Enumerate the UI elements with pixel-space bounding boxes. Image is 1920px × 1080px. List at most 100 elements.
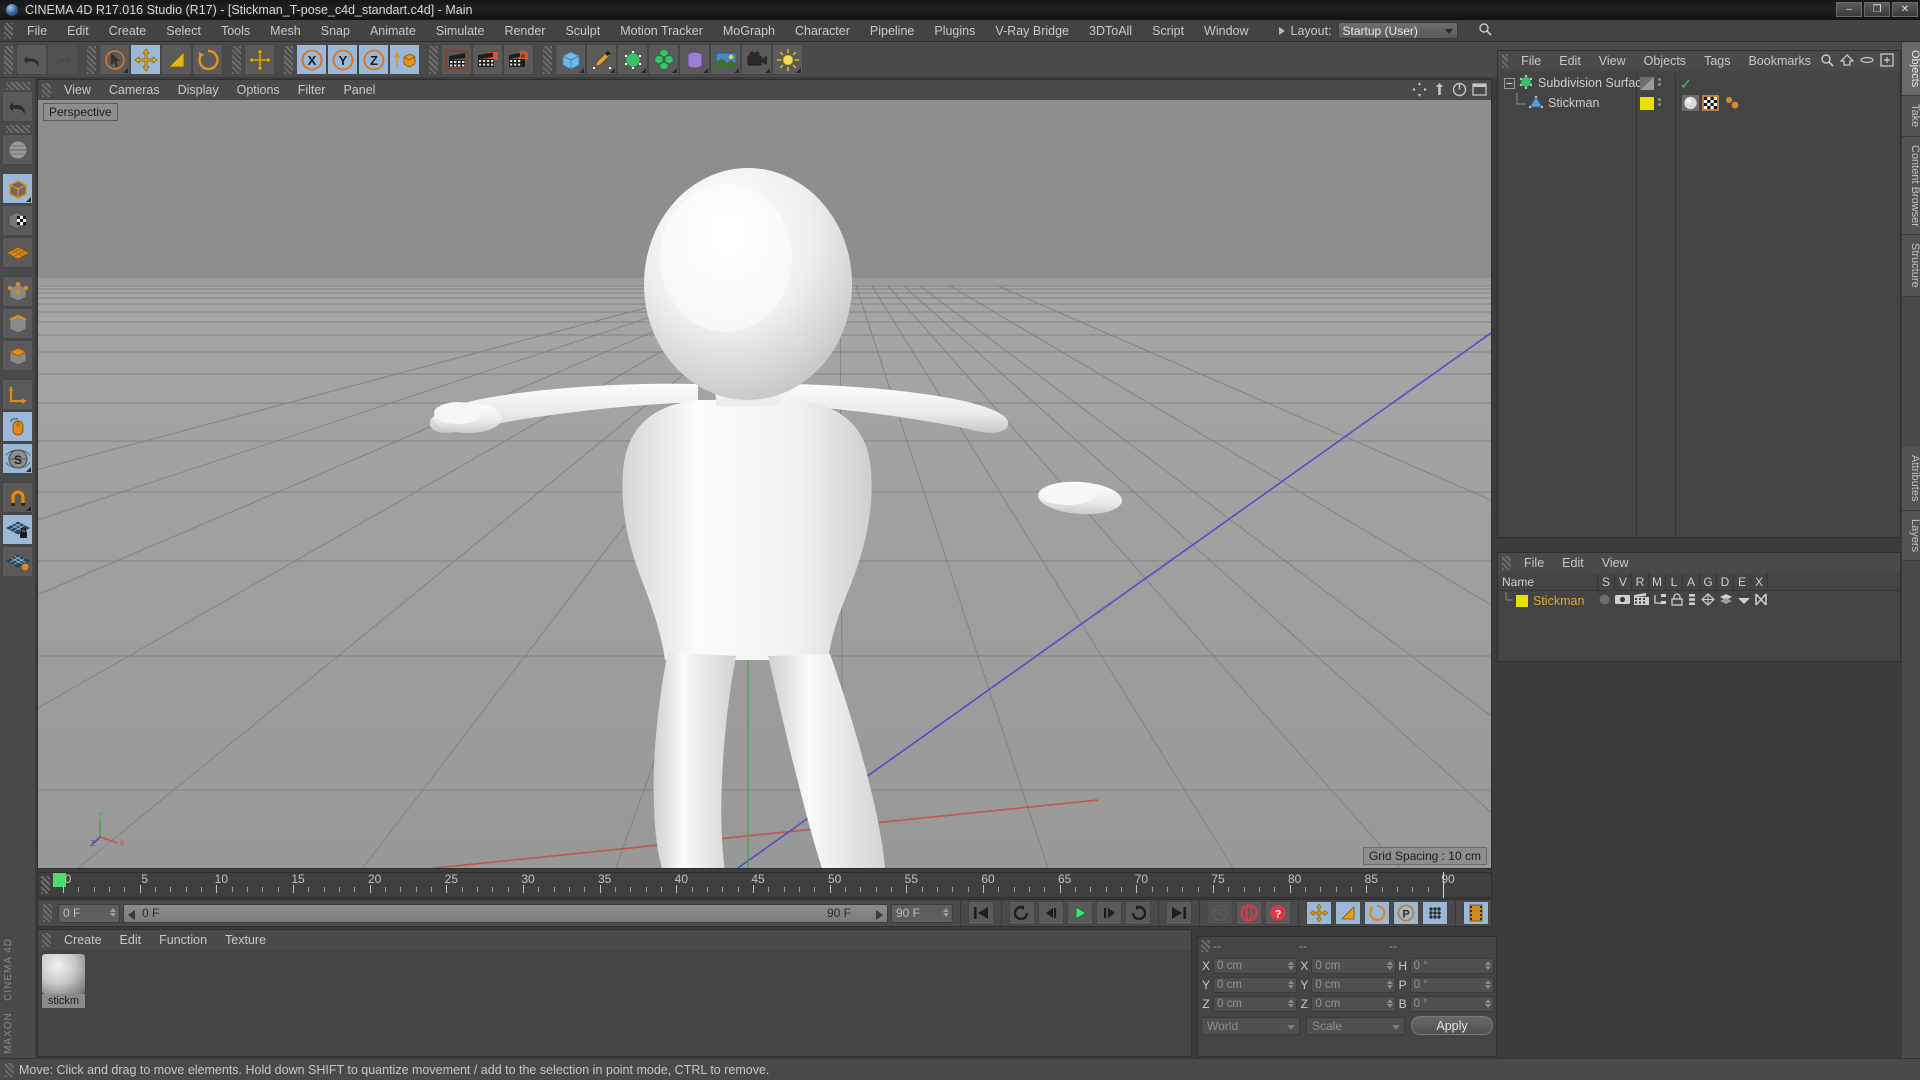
snap-magnet-icon[interactable] — [2, 482, 33, 513]
world-object-axis-icon[interactable] — [389, 44, 420, 75]
cube-primitive-icon[interactable] — [555, 44, 586, 75]
menu-plugins[interactable]: Plugins — [924, 20, 985, 42]
next-frame-icon[interactable] — [1096, 901, 1122, 925]
rotate-tool-icon[interactable] — [192, 44, 223, 75]
menu-window[interactable]: Window — [1194, 20, 1258, 42]
layer-manager-grip[interactable] — [1502, 556, 1511, 570]
undo-icon[interactable] — [16, 44, 47, 75]
column-header-a[interactable]: A — [1683, 573, 1700, 590]
material-list[interactable]: stickm — [38, 950, 1191, 1012]
column-header-g[interactable]: G — [1700, 573, 1717, 590]
workplane-icon[interactable] — [2, 546, 33, 577]
texture-mode-icon[interactable] — [2, 205, 33, 236]
viewport-menu-display[interactable]: Display — [169, 80, 228, 100]
menu-animate[interactable]: Animate — [360, 20, 426, 42]
rail-tab-attributes[interactable]: Attributes — [1902, 447, 1920, 511]
timeline-ruler[interactable]: 0 5 10 15 20 25 30 35 40 45 50 55 60 65 70 75 80 85 90 — [37, 872, 1492, 898]
size-x-field[interactable]: 0 cm — [1311, 957, 1396, 974]
expand-collapse-icon[interactable] — [1500, 77, 1518, 89]
model-mode-icon[interactable] — [2, 173, 33, 204]
record-scale-icon[interactable] — [1335, 901, 1361, 925]
object-menu-edit[interactable]: Edit — [1550, 51, 1590, 71]
expression-icon[interactable] — [1737, 593, 1751, 609]
scrub-right-icon[interactable] — [876, 909, 883, 920]
sculpt-mode-icon[interactable]: S — [2, 443, 33, 474]
minimize-button[interactable]: – — [1836, 2, 1862, 17]
column-header-l[interactable]: L — [1666, 573, 1683, 590]
menu-edit[interactable]: Edit — [57, 20, 99, 42]
play-loop-icon[interactable] — [1125, 901, 1151, 925]
layer-menu-file[interactable]: File — [1515, 553, 1553, 573]
toolbar-grip-4[interactable] — [284, 45, 293, 74]
render-to-picture-viewer-icon[interactable] — [472, 44, 503, 75]
viewport-menu-filter[interactable]: Filter — [289, 80, 335, 100]
rail-tab-take[interactable]: Take — [1902, 96, 1920, 137]
column-header-s[interactable]: S — [1598, 573, 1615, 590]
scale-tool-icon[interactable] — [161, 44, 192, 75]
column-header-e[interactable]: E — [1734, 573, 1751, 590]
redo-icon[interactable] — [47, 44, 78, 75]
layer-menu-view[interactable]: View — [1593, 553, 1638, 573]
search-icon[interactable] — [1820, 53, 1834, 70]
layout-expander-icon[interactable] — [1278, 26, 1285, 35]
column-header-v[interactable]: V — [1615, 573, 1632, 590]
viewport-menu-options[interactable]: Options — [228, 80, 289, 100]
viewport-maximize-icon[interactable] — [1472, 82, 1487, 97]
layer-color-swatch[interactable] — [1640, 97, 1654, 110]
edge-mode-icon[interactable] — [2, 308, 33, 339]
material-menu-create[interactable]: Create — [55, 930, 111, 950]
record-rotation-icon[interactable] — [1364, 901, 1390, 925]
go-to-end-icon[interactable] — [1166, 901, 1192, 925]
previous-frame-icon[interactable] — [1038, 901, 1064, 925]
object-menu-objects[interactable]: Objects — [1635, 51, 1695, 71]
subdivision-enabled-checkmark-icon[interactable]: ✓ — [1680, 76, 1692, 93]
rotation-h-field[interactable]: 0 ° — [1409, 957, 1494, 974]
timeline-toggle-icon[interactable] — [1463, 901, 1489, 925]
environment-icon[interactable] — [710, 44, 741, 75]
viewport-canvas[interactable] — [38, 100, 1491, 868]
move-tool-icon[interactable] — [130, 44, 161, 75]
transport-grip[interactable] — [43, 904, 52, 922]
viewport-menu-cameras[interactable]: Cameras — [100, 80, 169, 100]
rotation-b-field[interactable]: 0 ° — [1409, 995, 1494, 1012]
polygon-select-mode-icon[interactable] — [2, 340, 33, 371]
render-icon[interactable] — [1634, 592, 1650, 609]
size-z-field[interactable]: 0 cm — [1311, 995, 1396, 1012]
viewport-zoom-icon[interactable] — [1432, 82, 1447, 97]
apply-button[interactable]: Apply — [1411, 1016, 1493, 1035]
menu-simulate[interactable]: Simulate — [426, 20, 495, 42]
rail-tab-objects[interactable]: Objects — [1902, 42, 1920, 97]
menu-3dtoall[interactable]: 3DToAll — [1079, 20, 1142, 42]
visibility-dots-icon[interactable] — [1658, 78, 1661, 86]
point-tag-icon[interactable] — [1724, 96, 1742, 113]
rail-tab-content-browser[interactable]: Content Browser — [1902, 136, 1920, 236]
x-axis-lock-icon[interactable]: X — [296, 44, 327, 75]
close-button[interactable]: ✕ — [1892, 2, 1918, 17]
menu-render[interactable]: Render — [494, 20, 555, 42]
timeline-scrubber[interactable]: 0 F 90 F — [123, 903, 888, 923]
object-menu-bookmarks[interactable]: Bookmarks — [1739, 51, 1820, 71]
material-manager-grip[interactable] — [42, 933, 51, 947]
record-parameter-icon[interactable]: P — [1393, 901, 1419, 925]
texture-tag-icon[interactable] — [1702, 95, 1719, 114]
object-menu-tags[interactable]: Tags — [1695, 51, 1739, 71]
timeline-end-cursor[interactable] — [1443, 872, 1444, 898]
left-toolbar-grip-1[interactable] — [5, 82, 30, 90]
new-view-icon[interactable] — [1880, 52, 1894, 70]
spline-pen-icon[interactable] — [586, 44, 617, 75]
xpresso-icon[interactable] — [1755, 592, 1768, 609]
keyframe-selection-icon[interactable]: ? — [1265, 901, 1291, 925]
manager-icon[interactable] — [1653, 593, 1667, 609]
ellipse-icon[interactable] — [1860, 53, 1874, 70]
menu-create[interactable]: Create — [99, 20, 157, 42]
home-icon[interactable] — [1839, 53, 1855, 70]
z-axis-lock-icon[interactable]: Z — [358, 44, 389, 75]
coordinate-system-select[interactable]: World — [1201, 1016, 1300, 1035]
size-y-field[interactable]: 0 cm — [1311, 976, 1396, 993]
live-selection-icon[interactable] — [99, 44, 130, 75]
object-manager-grip[interactable] — [1502, 54, 1509, 68]
autokey-icon[interactable] — [1207, 901, 1233, 925]
solo-icon[interactable] — [1598, 593, 1611, 609]
coordinates-grip[interactable] — [1201, 939, 1210, 952]
play-backwards-icon[interactable] — [1009, 901, 1035, 925]
